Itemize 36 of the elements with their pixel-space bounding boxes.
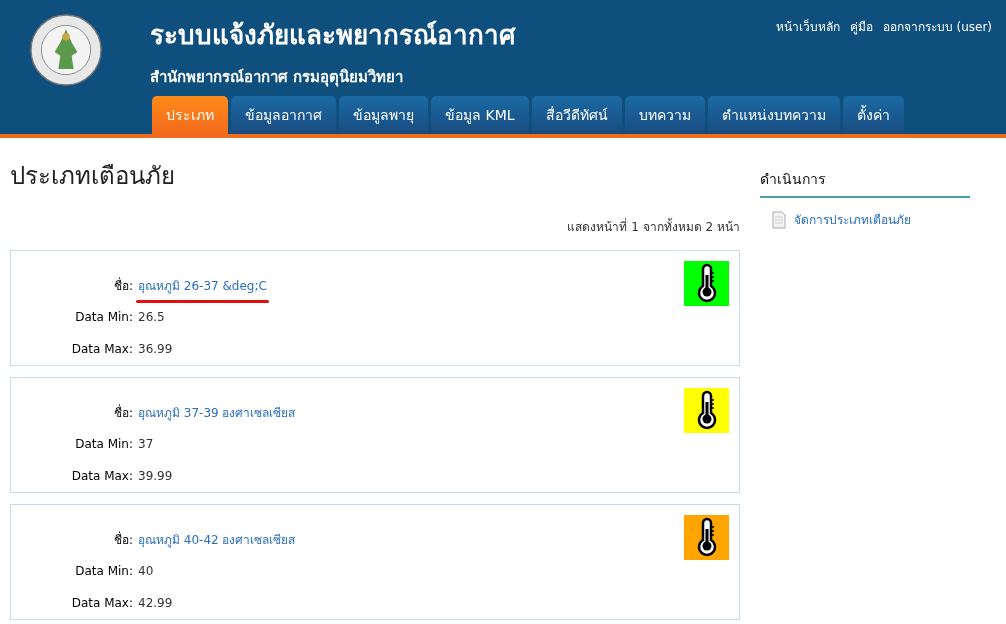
field-value: 26.5 [138, 310, 165, 324]
pager-text: แสดงหน้าที่ 1 จากทั้งหมด 2 หน้า [566, 217, 740, 236]
alert-name-link[interactable]: อุณหภูมิ 37-39 องศาเซลเซียส [138, 406, 296, 420]
nav-tab[interactable]: ตำแหน่งบทความ [707, 96, 840, 134]
field-label: Data Min: [74, 564, 133, 578]
alert-name-link[interactable]: อุณหภูมิ 26-37 &deg;C [138, 279, 267, 293]
nav-tab[interactable]: บทความ [624, 96, 705, 134]
document-icon [772, 210, 786, 229]
field-value: 37 [138, 437, 154, 451]
field-label: Data Min: [74, 437, 133, 451]
field-label: ชื่อ: [112, 403, 133, 422]
header-link[interactable]: หน้าเว็บหลัก [775, 17, 840, 36]
page-title: ประเภทเตือนภัย [10, 161, 176, 192]
sidebar-heading: ดำเนินการ [760, 168, 970, 198]
field-label: ชื่อ: [112, 530, 133, 549]
field-label: Data Max: [70, 469, 133, 483]
field-value: 36.99 [138, 342, 173, 356]
nav-tab[interactable]: ข้อมูลอากาศ [231, 96, 336, 134]
header-link[interactable]: คู่มือ [849, 17, 873, 36]
nav-tab[interactable]: ข้อมูลพายุ [339, 96, 428, 134]
field-value: 40 [138, 564, 154, 578]
site-title: ระบบแจ้งภัยและพยากรณ์อากาศ [150, 19, 516, 52]
alert-name-link[interactable]: อุณหภูมิ 40-42 องศาเซลเซียส [138, 533, 296, 547]
nav-tab[interactable]: ตั้งค่า [842, 96, 904, 134]
field-label: ชื่อ: [112, 276, 133, 295]
site-subtitle: สำนักพยากรณ์อากาศ กรมอุตุนิยมวิทยา [150, 67, 405, 89]
field-value: 42.99 [138, 596, 173, 610]
field-label: Data Max: [70, 342, 133, 356]
sidebar-link[interactable]: จัดการประเภทเตือนภัย [794, 210, 911, 229]
nav-tab[interactable]: ข้อมูล KML [431, 96, 529, 134]
header-link[interactable]: ออกจากระบบ (user) [882, 17, 992, 36]
nav-tab[interactable]: สื่อวีดีทัศน์ [531, 96, 622, 134]
field-value: 39.99 [138, 469, 173, 483]
field-label: Data Max: [70, 596, 133, 610]
department-seal-logo [30, 14, 102, 86]
field-label: Data Min: [74, 310, 133, 324]
